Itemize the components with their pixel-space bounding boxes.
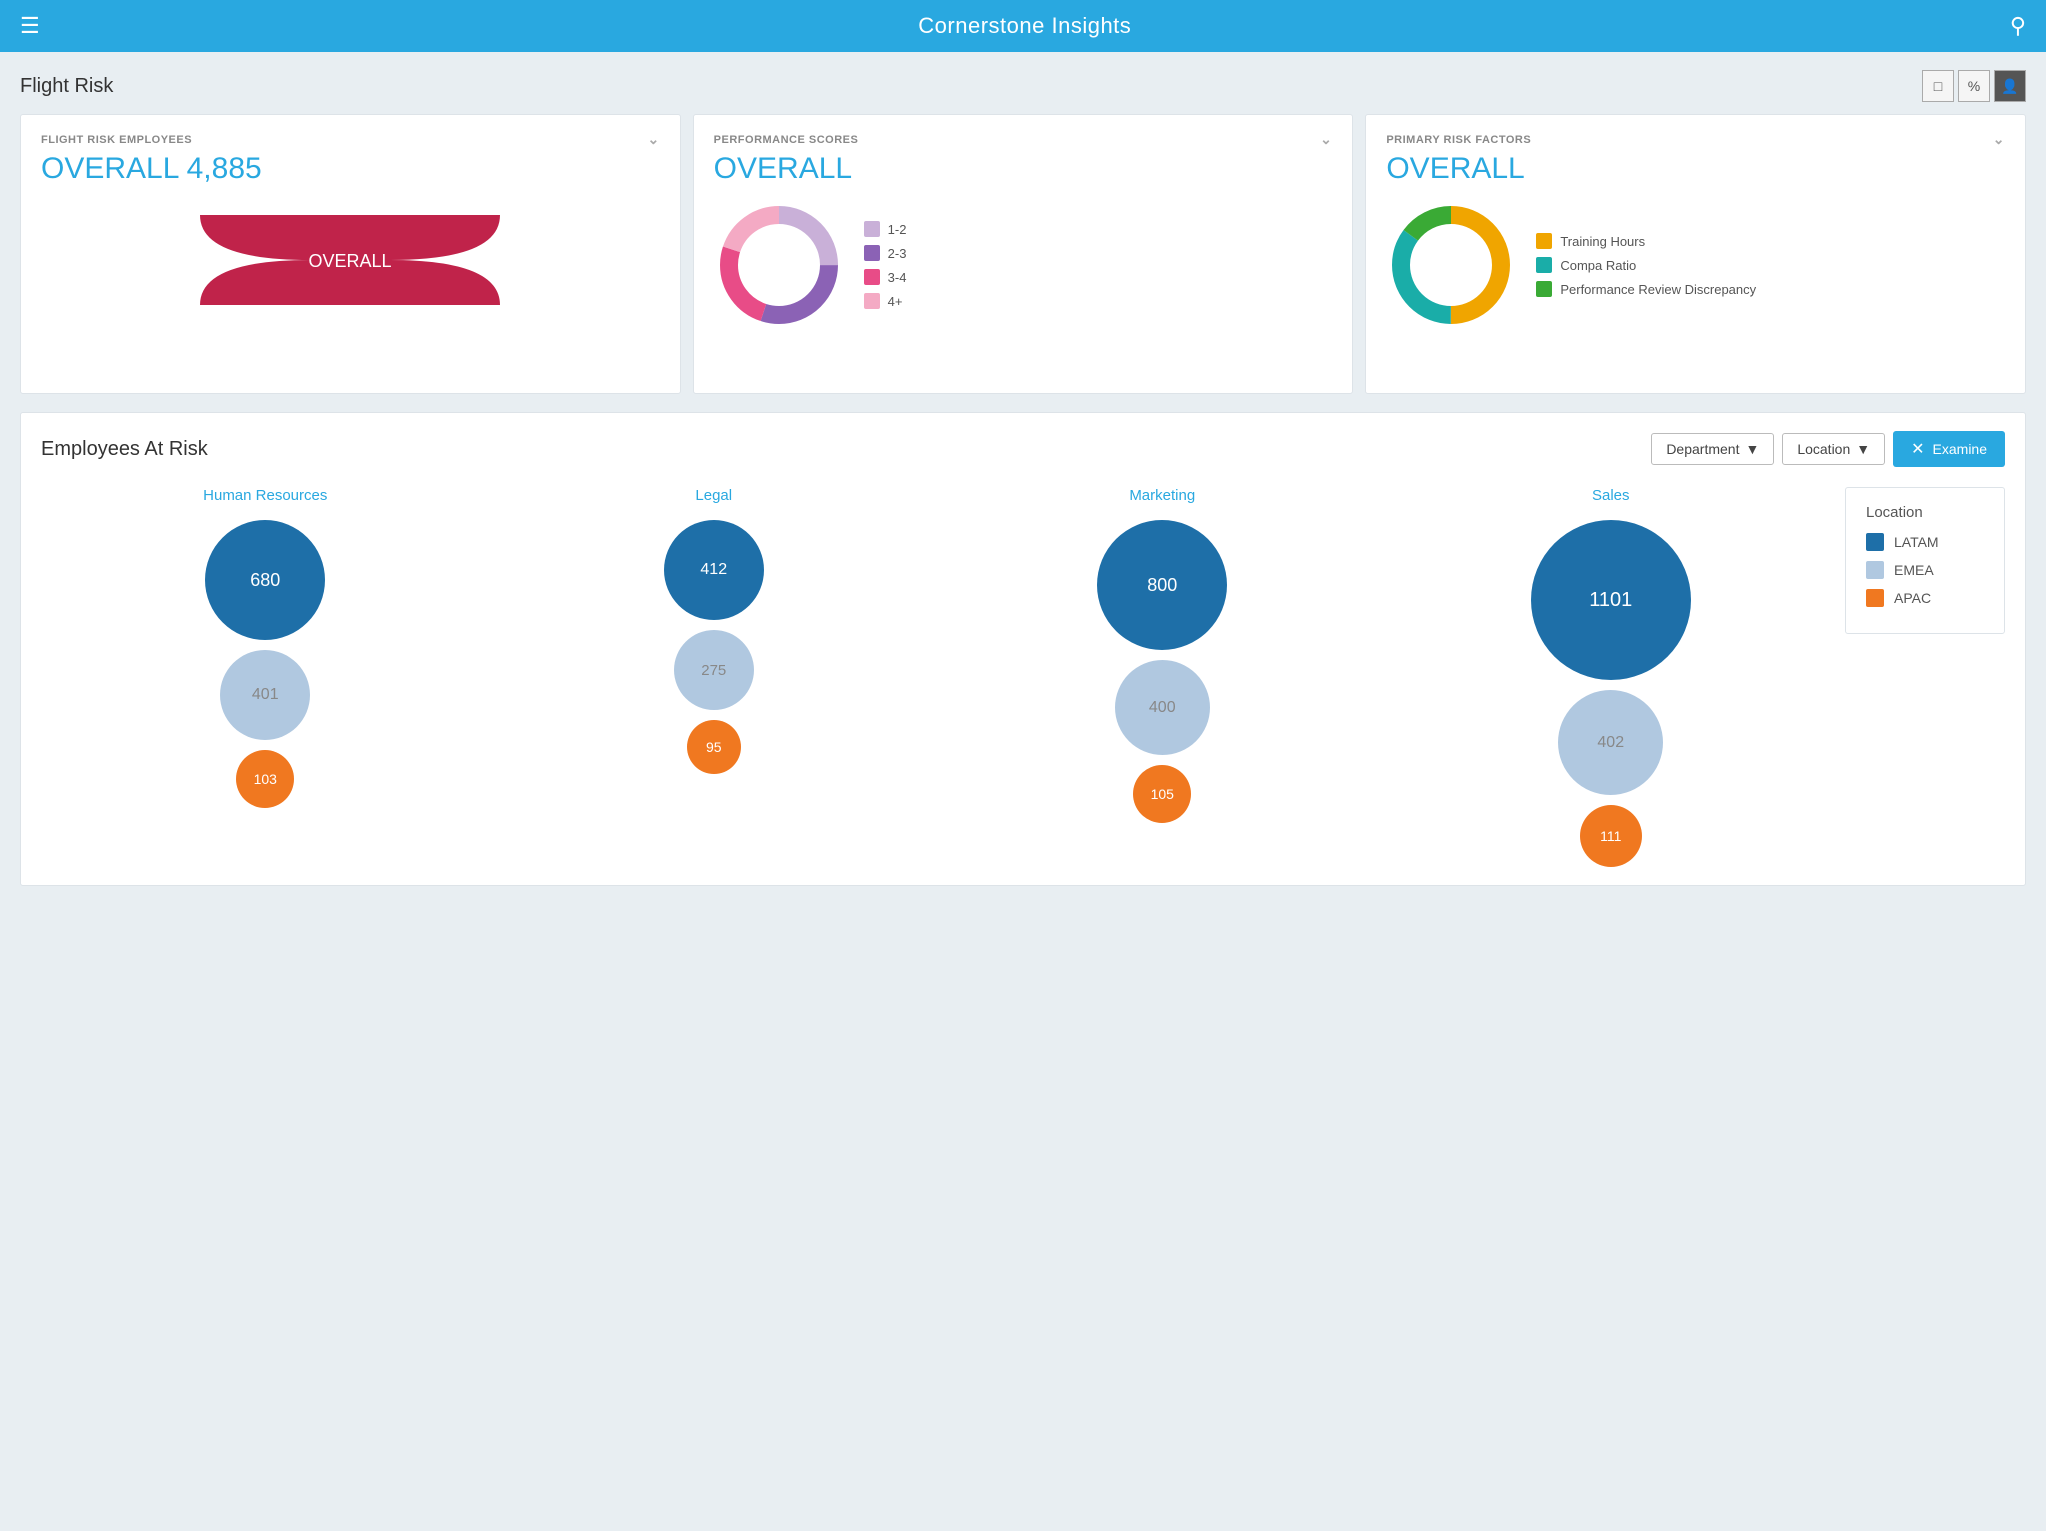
flight-risk-title: Flight Risk: [20, 75, 113, 98]
sales-latam-bubble: 1101: [1531, 520, 1691, 680]
card2-chevron[interactable]: ⌄: [1320, 131, 1332, 148]
hr-emea-bubble: 401: [220, 650, 310, 740]
performance-donut-area: 1-2 2-3 3-4 4+: [714, 200, 1333, 330]
dept-sales: Sales 1101 402 111: [1387, 487, 1836, 867]
marketing-emea-bubble: 400: [1115, 660, 1210, 755]
funnel-chart: OVERALL: [41, 200, 660, 320]
card3-chevron[interactable]: ⌄: [1993, 131, 2005, 148]
ear-section-header: Employees At Risk Department ▼ Location …: [41, 431, 2005, 467]
examine-btn[interactable]: ✕ Examine: [1893, 431, 2005, 467]
legend-compa-ratio: Compa Ratio: [1536, 257, 1756, 273]
view-percent-btn[interactable]: %: [1958, 70, 1990, 102]
view-box-btn[interactable]: □: [1922, 70, 1954, 102]
dept-chevron-icon: ▼: [1745, 441, 1759, 457]
legal-apac-bubble: 95: [687, 720, 741, 774]
legend-perf-review: Performance Review Discrepancy: [1536, 281, 1756, 297]
dept-marketing: Marketing 800 400 105: [938, 487, 1387, 823]
legend-item-34: 3-4: [864, 269, 907, 285]
performance-donut-svg: [714, 200, 844, 330]
loc-chevron-icon: ▼: [1856, 441, 1870, 457]
dept-human-resources: Human Resources 680 401 103: [41, 487, 490, 808]
legend-item-12: 1-2: [864, 221, 907, 237]
primary-risk-factors-card: PRIMARY RISK FACTORS ⌄ OVERALL T: [1365, 114, 2026, 394]
flight-risk-controls: □ % 👤: [1922, 70, 2026, 102]
marketing-label: Marketing: [1129, 487, 1195, 504]
search-icon[interactable]: ⚲: [2010, 13, 2026, 39]
marketing-bubbles: 800 400 105: [1097, 520, 1227, 823]
ear-title: Employees At Risk: [41, 438, 208, 461]
card1-chevron[interactable]: ⌄: [647, 131, 659, 148]
risk-factors-legend: Training Hours Compa Ratio Performance R…: [1536, 233, 1756, 297]
risk-factors-donut-area: Training Hours Compa Ratio Performance R…: [1386, 200, 2005, 330]
sales-label: Sales: [1592, 487, 1630, 504]
performance-legend: 1-2 2-3 3-4 4+: [864, 221, 907, 309]
department-filter-btn[interactable]: Department ▼: [1651, 433, 1774, 465]
legal-emea-bubble: 275: [674, 630, 754, 710]
hr-bubbles: 680 401 103: [205, 520, 325, 808]
bubble-chart-area: Human Resources 680 401 103 Legal 412 27…: [41, 487, 2005, 867]
legend-item-23: 2-3: [864, 245, 907, 261]
dept-legal: Legal 412 275 95: [490, 487, 939, 774]
legend-emea: EMEA: [1866, 561, 1984, 579]
menu-icon[interactable]: ☰: [20, 13, 40, 39]
examine-icon: ✕: [1911, 439, 1924, 459]
legend-apac: APAC: [1866, 589, 1984, 607]
legend-latam: LATAM: [1866, 533, 1984, 551]
legal-label: Legal: [695, 487, 732, 504]
cards-row: FLIGHT RISK EMPLOYEES ⌄ OVERALL 4,885 OV…: [20, 114, 2026, 394]
sales-bubbles: 1101 402 111: [1531, 520, 1691, 867]
flight-risk-employees-card: FLIGHT RISK EMPLOYEES ⌄ OVERALL 4,885 OV…: [20, 114, 681, 394]
hr-apac-bubble: 103: [236, 750, 294, 808]
legal-bubbles: 412 275 95: [664, 520, 764, 774]
view-person-btn[interactable]: 👤: [1994, 70, 2026, 102]
risk-factors-donut-svg: [1386, 200, 1516, 330]
sales-apac-bubble: 111: [1580, 805, 1642, 867]
card3-label: PRIMARY RISK FACTORS ⌄: [1386, 131, 2005, 148]
ear-controls: Department ▼ Location ▼ ✕ Examine: [1651, 431, 2005, 467]
location-filter-btn[interactable]: Location ▼: [1782, 433, 1885, 465]
card3-value: OVERALL: [1386, 152, 2005, 186]
legend-training-hours: Training Hours: [1536, 233, 1756, 249]
card1-label: FLIGHT RISK EMPLOYEES ⌄: [41, 131, 660, 148]
employees-at-risk-section: Employees At Risk Department ▼ Location …: [20, 412, 2026, 886]
location-legend-title: Location: [1866, 504, 1984, 521]
card2-value: OVERALL: [714, 152, 1333, 186]
main-content: Flight Risk □ % 👤 FLIGHT RISK EMPLOYEES …: [0, 52, 2046, 904]
card2-label: PERFORMANCE SCORES ⌄: [714, 131, 1333, 148]
legal-latam-bubble: 412: [664, 520, 764, 620]
app-title: Cornerstone Insights: [918, 13, 1131, 39]
hr-label: Human Resources: [203, 487, 327, 504]
app-header: ☰ Cornerstone Insights ⚲: [0, 0, 2046, 52]
performance-scores-card: PERFORMANCE SCORES ⌄ OVERALL 1-2: [693, 114, 1354, 394]
location-legend-box: Location LATAM EMEA APAC: [1845, 487, 2005, 634]
hr-latam-bubble: 680: [205, 520, 325, 640]
marketing-latam-bubble: 800: [1097, 520, 1227, 650]
marketing-apac-bubble: 105: [1133, 765, 1191, 823]
svg-text:OVERALL: OVERALL: [309, 251, 392, 271]
funnel-svg: OVERALL: [190, 205, 510, 315]
sales-emea-bubble: 402: [1558, 690, 1663, 795]
legend-item-4plus: 4+: [864, 293, 907, 309]
flight-risk-section-header: Flight Risk □ % 👤: [20, 70, 2026, 102]
card1-value: OVERALL 4,885: [41, 152, 660, 186]
